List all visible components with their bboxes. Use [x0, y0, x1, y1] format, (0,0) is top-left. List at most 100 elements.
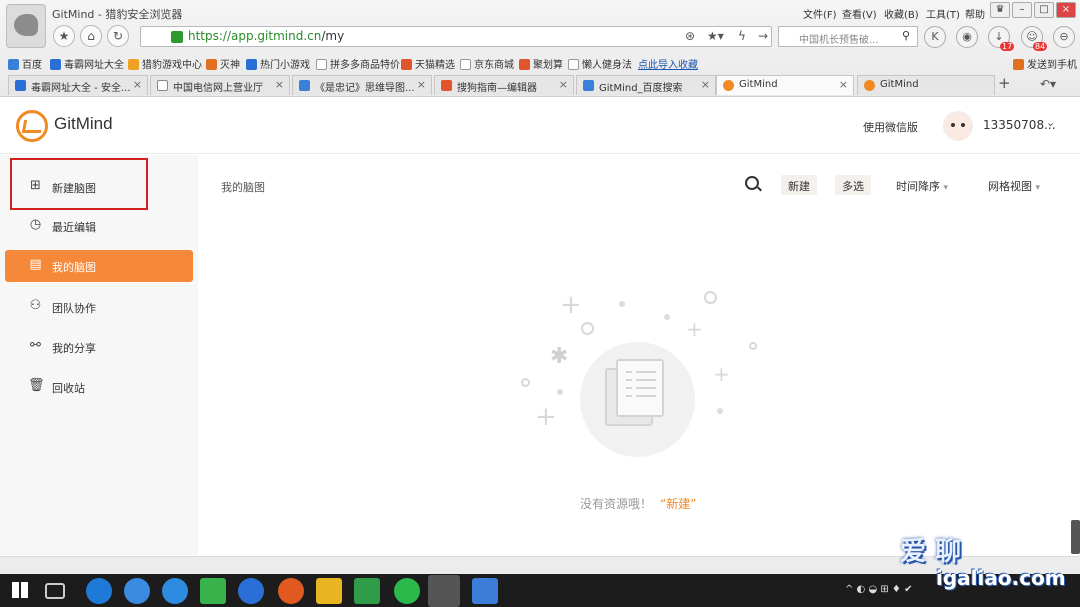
tab-6-active[interactable]: GitMind × — [716, 75, 854, 95]
wechat-icon[interactable] — [394, 578, 420, 604]
page-icon — [568, 59, 579, 70]
maximize-button[interactable]: □ — [1034, 2, 1054, 18]
bookmark-minigame[interactable]: 热门小游戏 — [246, 56, 310, 71]
bookmark-game[interactable]: 猎豹游戏中心 — [128, 56, 202, 71]
avatar[interactable] — [943, 111, 973, 141]
bookmark-duba[interactable]: 毒霸网址大全 — [50, 56, 124, 71]
page-title: 我的脑图 — [221, 181, 265, 194]
import-bookmarks-link[interactable]: 点此导入收藏 — [638, 56, 698, 71]
home-icon[interactable]: ⌂ — [80, 25, 102, 47]
close-window-button[interactable]: × — [1056, 2, 1076, 18]
minimize-button[interactable]: – — [1012, 2, 1032, 18]
app-window-icon[interactable] — [472, 578, 498, 604]
view-dropdown[interactable]: 网格视图 ▾ — [981, 175, 1047, 195]
sidebar-item-my-maps[interactable]: ▤ 我的脑图 — [5, 250, 193, 282]
clock-icon: ◷ — [29, 217, 42, 232]
tab-3[interactable]: 《是忠记》思维导图... × — [292, 75, 432, 95]
baidu-icon — [8, 59, 19, 70]
phone-icon — [1013, 59, 1024, 70]
gitmind-logo-icon[interactable] — [16, 110, 48, 142]
tab-close-icon[interactable]: × — [559, 78, 568, 91]
undo-icon[interactable]: ↶▾ — [1040, 77, 1056, 91]
app-name[interactable]: GitMind — [54, 114, 113, 134]
bookmark-pdd[interactable]: 拼多多商品特价 — [316, 56, 400, 71]
bookmark-jd[interactable]: 京东商城 — [460, 56, 514, 71]
empty-new-link[interactable]: “新建” — [660, 495, 696, 512]
new-button[interactable]: 新建 — [781, 175, 817, 195]
menu-view[interactable]: 查看(V) — [842, 6, 877, 21]
menu-tools[interactable]: 工具(T) — [926, 6, 960, 21]
cheetah-browser-icon-active[interactable] — [428, 575, 460, 607]
url-text: https://app.gitmind.cn/my — [188, 29, 344, 43]
sidebar-item-team[interactable]: ⚇ 团队协作 — [5, 291, 193, 323]
vertical-scrollbar[interactable] — [1071, 520, 1080, 554]
lightning-icon[interactable]: ϟ — [738, 29, 746, 43]
username[interactable]: 13350708... — [983, 118, 1056, 132]
star-dropdown-icon[interactable]: ★▾ — [707, 29, 724, 43]
firefox-icon[interactable] — [278, 578, 304, 604]
sidebar: ⊞ 新建脑图 ◷ 最近编辑 ▤ 我的脑图 ⚇ 团队协作 ⚯ 我的分享 🗑 回收站 — [0, 155, 198, 555]
sogou-browser-icon[interactable] — [124, 578, 150, 604]
security-icon[interactable]: ◉ — [956, 26, 978, 48]
iqiyi-icon[interactable] — [200, 578, 226, 604]
go-arrow-icon[interactable]: → — [758, 29, 768, 43]
url-scheme: https:// — [188, 29, 232, 43]
k-icon[interactable]: K — [924, 26, 946, 48]
task-view-icon[interactable] — [45, 583, 65, 599]
compat-mode-icon[interactable]: ⊛ — [685, 29, 695, 43]
tab-close-icon[interactable]: × — [417, 78, 426, 91]
menu-help[interactable]: 帮助 — [965, 6, 985, 21]
bookmark-juhuasuan[interactable]: 聚划算 — [519, 56, 563, 71]
search-icon[interactable] — [745, 176, 759, 190]
tab-7[interactable]: GitMind — [857, 75, 995, 95]
doc-icon: ▤ — [29, 257, 42, 272]
gitmind-icon — [723, 80, 734, 91]
tab-close-icon[interactable]: × — [275, 78, 284, 91]
send-to-phone[interactable]: 发送到手机 — [1013, 56, 1077, 71]
tab-close-icon[interactable]: × — [133, 78, 142, 91]
favorite-star-icon[interactable]: ★ — [53, 25, 75, 47]
menu-favorites[interactable]: 收藏(B) — [884, 6, 919, 21]
sidebar-item-recent[interactable]: ◷ 最近编辑 — [5, 210, 193, 242]
dot-decoration-icon — [619, 301, 625, 307]
sidebar-item-trash[interactable]: 🗑 回收站 — [5, 371, 193, 403]
sort-dropdown[interactable]: 时间降序 ▾ — [889, 175, 955, 195]
ie-icon[interactable] — [162, 578, 188, 604]
browser-search-input[interactable]: 中国机长预售破... — [778, 26, 918, 47]
address-bar[interactable]: https://app.gitmind.cn/my ⊛ ★▾ ϟ → — [140, 26, 772, 47]
windows-start-icon[interactable] — [12, 582, 28, 598]
skin-button[interactable]: ♛ — [990, 2, 1010, 18]
tab-5[interactable]: GitMind_百度搜索 × — [576, 75, 716, 95]
menu-icon[interactable]: ⊖ — [1053, 26, 1075, 48]
folder-icon[interactable] — [316, 578, 342, 604]
bookmark-mieshen[interactable]: 灭神 — [206, 56, 240, 71]
tab-4[interactable]: 搜狗指南—编辑器 × — [434, 75, 574, 95]
plus-decoration-icon: + — [535, 402, 557, 432]
refresh-icon[interactable]: ↻ — [107, 25, 129, 47]
excel-icon[interactable] — [354, 578, 380, 604]
wechat-version-link[interactable]: 使用微信版 — [863, 119, 918, 135]
multi-select-button[interactable]: 多选 — [835, 175, 871, 195]
new-tab-icon[interactable]: + — [998, 74, 1011, 92]
bookmark-baidu[interactable]: 百度 — [8, 56, 42, 71]
tab-2[interactable]: 中国电信网上营业厅 × — [150, 75, 290, 95]
cross-decoration-icon: ✱ — [550, 344, 569, 369]
ring-decoration-icon — [749, 342, 757, 350]
bookmark-tmall[interactable]: 天猫精选 — [401, 56, 455, 71]
search-icon[interactable]: ⚲ — [902, 29, 910, 42]
trash-icon: 🗑 — [28, 378, 45, 393]
edge-icon[interactable] — [86, 578, 112, 604]
tab-1[interactable]: 毒霸网址大全 - 安全... × — [8, 75, 148, 95]
tab-close-icon[interactable]: × — [839, 78, 848, 91]
chat-badge: 84 — [1033, 42, 1048, 51]
page-icon — [157, 80, 168, 91]
watermark-url: igaliao.com — [936, 566, 1066, 590]
chevron-down-icon[interactable]: ⌄ — [1046, 116, 1055, 129]
bookmark-fitness[interactable]: 懒人健身法 — [568, 56, 632, 71]
menu-file[interactable]: 文件(F) — [803, 6, 837, 21]
url-host: app.gitmind.cn — [231, 29, 322, 43]
chevron-down-icon: ▾ — [943, 183, 949, 193]
k-browser-icon[interactable] — [238, 578, 264, 604]
tab-close-icon[interactable]: × — [701, 78, 710, 91]
sidebar-item-share[interactable]: ⚯ 我的分享 — [5, 331, 193, 363]
